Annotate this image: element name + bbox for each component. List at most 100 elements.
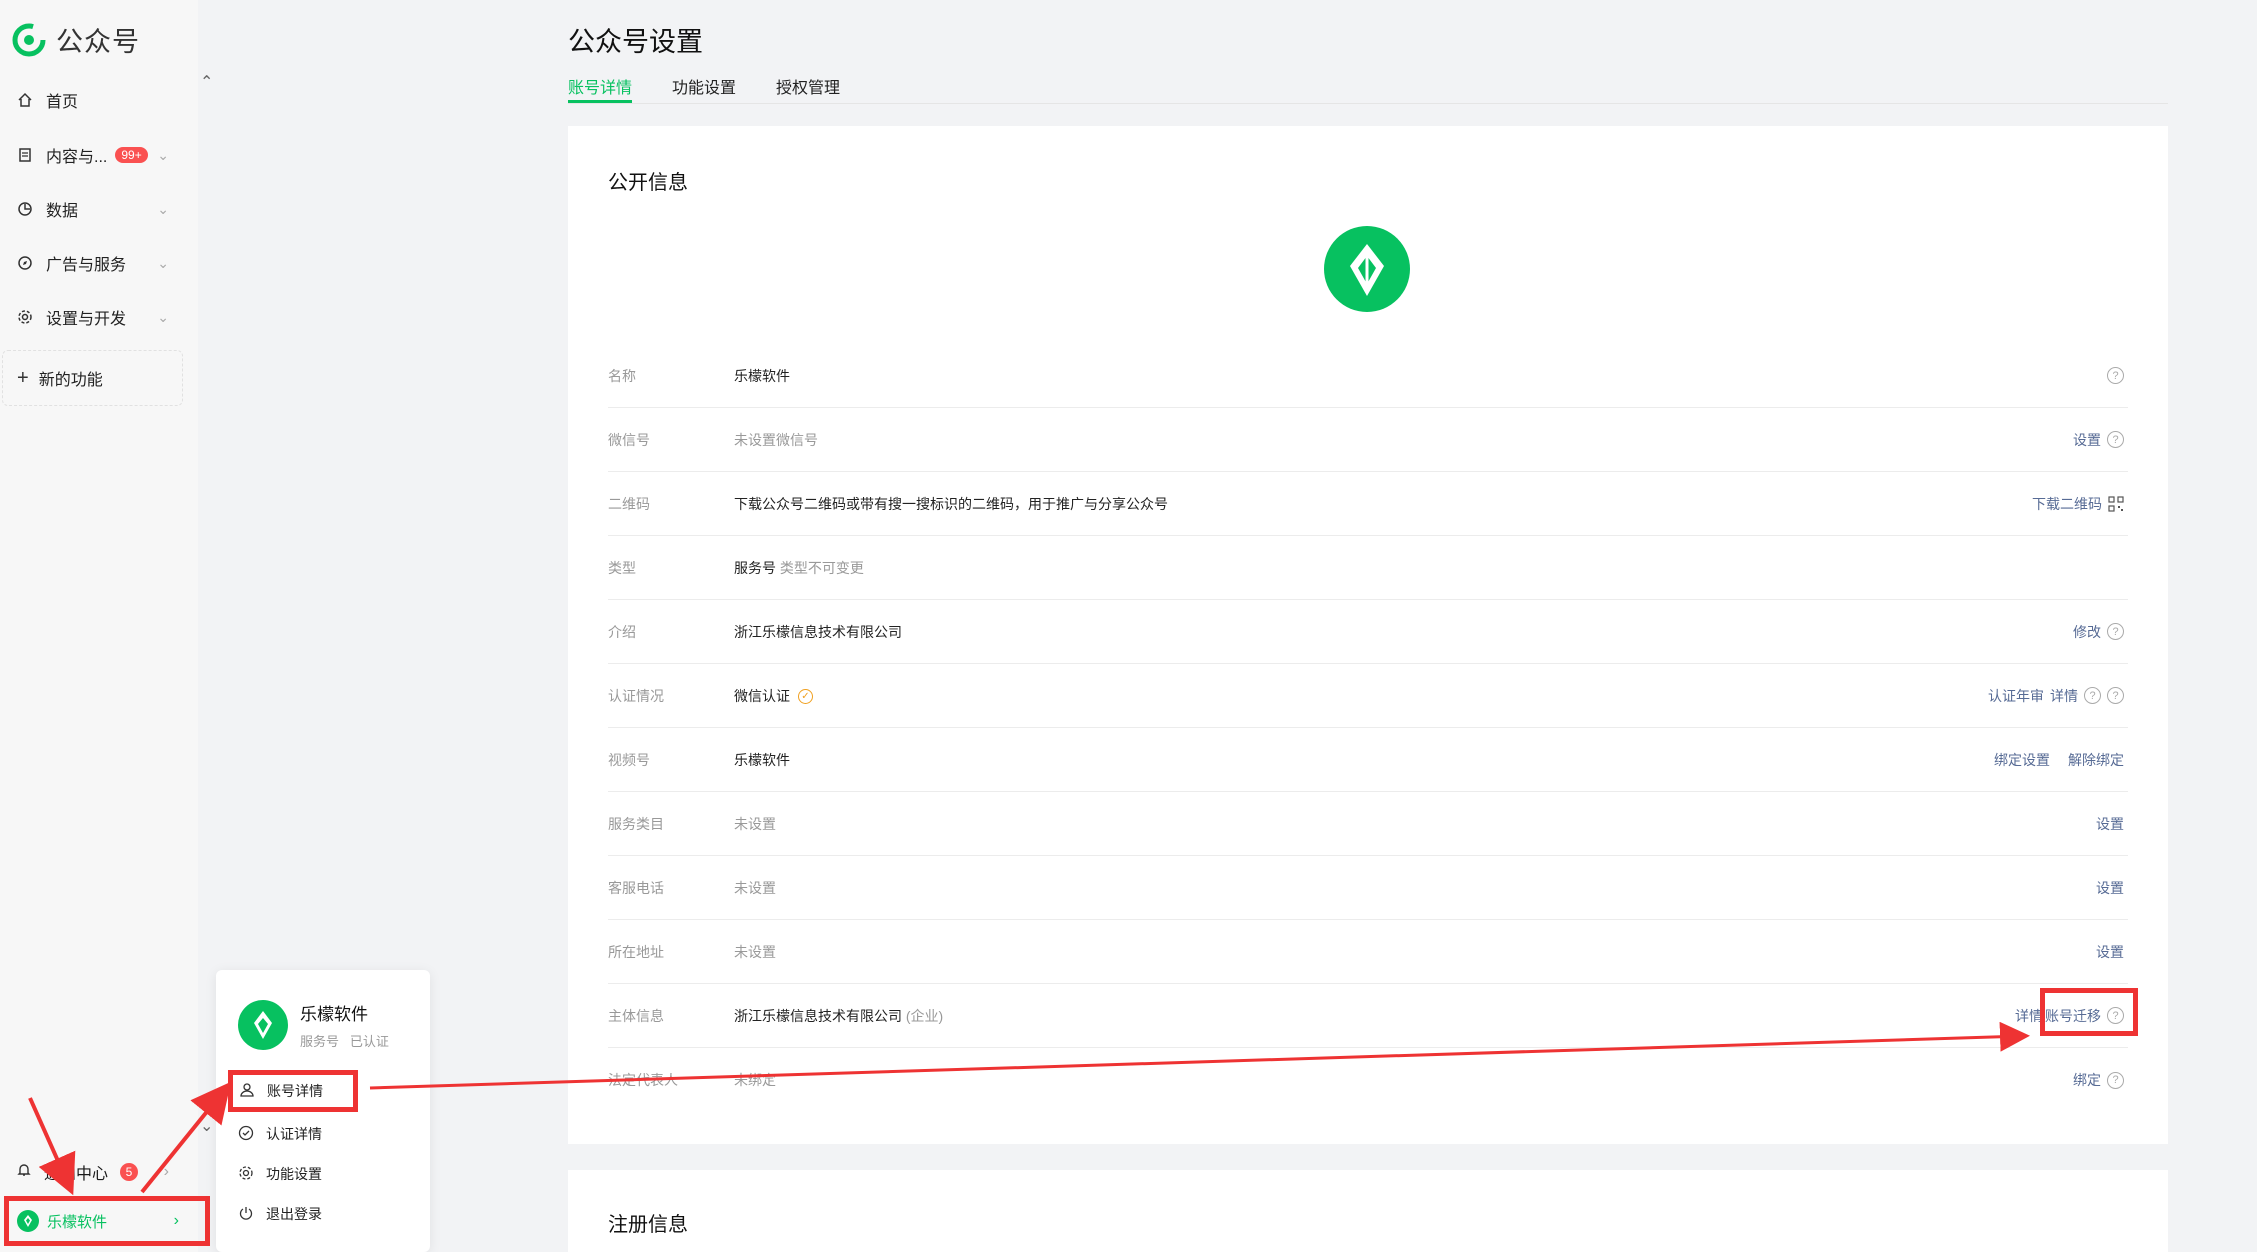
annual-review-link[interactable]: 认证年审 <box>1988 686 2044 706</box>
chevron-down-icon: ⌄ <box>157 200 169 217</box>
bind-legal-rep-link[interactable]: 绑定 <box>2073 1070 2101 1090</box>
info-row-entity: 主体信息 浙江乐檬信息技术有限公司 (企业) 详情 账号迁移 ? <box>608 984 2138 1048</box>
row-label: 类型 <box>608 559 636 576</box>
chevron-down-icon: ⌄ <box>157 254 169 271</box>
popover-item-label: 退出登录 <box>266 1206 322 1222</box>
popover-account-meta: 服务号 已认证 <box>300 1031 389 1050</box>
sidebar-item-home[interactable]: 首页 <box>0 78 183 122</box>
verification-value: 微信认证 <box>734 687 790 704</box>
power-icon <box>238 1205 254 1224</box>
row-label: 客服电话 <box>608 879 664 896</box>
popover-item-label: 账号详情 <box>267 1083 323 1099</box>
info-row-phone: 客服电话 未设置 设置 <box>608 856 2128 920</box>
row-value: 未设置 <box>734 815 776 832</box>
popover-item-function-settings[interactable]: 功能设置 <box>238 1156 398 1192</box>
row-actions: ? <box>2107 367 2124 384</box>
account-popover: 乐檬软件 服务号 已认证 账号详情 认证详情 功能设置 退出登录 <box>216 970 430 1252</box>
entity-details-link[interactable]: 详情 <box>2015 1006 2043 1026</box>
help-icon[interactable]: ? <box>2107 431 2124 448</box>
tab-authorization[interactable]: 授权管理 <box>776 74 840 98</box>
sidebar-item-settings[interactable]: 设置与开发 ⌄ <box>0 295 183 339</box>
notice-label: 通知中心 <box>44 1166 109 1183</box>
new-feature-label: 新的功能 <box>38 372 103 389</box>
info-row-intro: 介绍 浙江乐檬信息技术有限公司 修改 ? <box>608 600 2128 664</box>
info-row-service-category: 服务类目 未设置 设置 <box>608 792 2128 856</box>
account-avatar-icon <box>238 1000 288 1050</box>
unbind-link[interactable]: 解除绑定 <box>2068 750 2124 770</box>
entity-note: (企业) <box>905 1007 944 1024</box>
account-switcher[interactable]: 乐檬软件 › <box>4 1196 210 1246</box>
scroll-down-icon[interactable]: ⌄ <box>200 1116 213 1136</box>
new-feature-button[interactable]: + 新的功能 <box>2 350 183 406</box>
popover-item-logout[interactable]: 退出登录 <box>238 1196 398 1232</box>
sidebar-item-ads[interactable]: 广告与服务 ⌄ <box>0 241 183 285</box>
info-row-verification: 认证情况 微信认证 ✓ 认证年审 详情 ? ? <box>608 664 2128 728</box>
row-actions: 认证年审 详情 ? ? <box>1988 686 2124 706</box>
row-actions: 设置 <box>2096 878 2124 898</box>
popover-header: 乐檬软件 服务号 已认证 <box>238 1000 389 1050</box>
help-icon[interactable]: ? <box>2084 687 2101 704</box>
popover-item-verification[interactable]: 认证详情 <box>238 1116 398 1152</box>
account-type: 服务号 <box>300 1034 340 1049</box>
bind-settings-link[interactable]: 绑定设置 <box>1994 750 2050 770</box>
app-logo[interactable]: 公众号 <box>12 20 140 59</box>
row-value: 下载公众号二维码或带有搜一搜标识的二维码，用于推广与分享公众号 <box>734 495 1168 512</box>
row-value: 未设置 <box>734 879 776 896</box>
bell-icon <box>16 1162 32 1183</box>
verification-details-link[interactable]: 详情 <box>2050 686 2078 706</box>
chevron-right-icon: › <box>163 1163 169 1180</box>
row-value: 浙江乐檬信息技术有限公司 (企业) <box>734 1006 943 1026</box>
row-label: 介绍 <box>608 623 636 640</box>
notice-badge: 5 <box>120 1163 139 1181</box>
download-qrcode-link[interactable]: 下载二维码 <box>2032 494 2102 514</box>
set-address-link[interactable]: 设置 <box>2096 942 2124 962</box>
compass-icon <box>16 254 34 272</box>
row-value: 服务号 类型不可变更 <box>734 558 864 578</box>
content-badge: 99+ <box>115 147 148 163</box>
row-value: 乐檬软件 <box>734 751 790 768</box>
gear-icon <box>16 308 34 326</box>
set-category-link[interactable]: 设置 <box>2096 814 2124 834</box>
sidebar-item-content[interactable]: 内容与... 99+ ⌄ <box>0 133 183 177</box>
qrcode-icon[interactable] <box>2108 495 2124 512</box>
tab-function-settings[interactable]: 功能设置 <box>672 74 736 98</box>
sidebar-item-label: 广告与服务 <box>46 257 127 274</box>
chevron-right-icon: › <box>173 1212 179 1229</box>
notification-center[interactable]: 通知中心 5 › <box>0 1150 183 1194</box>
plus-icon: + <box>17 366 29 389</box>
tab-account-details[interactable]: 账号详情 <box>568 74 633 103</box>
popover-item-label: 功能设置 <box>266 1166 322 1182</box>
info-row-legal-rep: 法定代表人 未绑定 绑定 ? <box>608 1048 2128 1112</box>
row-actions: 修改 ? <box>2073 622 2124 642</box>
row-label: 名称 <box>608 367 636 384</box>
popover-item-account-details[interactable]: 账号详情 <box>228 1070 358 1112</box>
gear-icon <box>238 1165 254 1184</box>
home-icon <box>16 91 34 109</box>
edit-intro-link[interactable]: 修改 <box>2073 622 2101 642</box>
app-title: 公众号 <box>56 27 140 57</box>
help-icon[interactable]: ? <box>2107 367 2124 384</box>
row-label: 主体信息 <box>608 1007 664 1024</box>
entity-value: 浙江乐檬信息技术有限公司 <box>734 1007 902 1024</box>
row-actions: 绑定设置 解除绑定 <box>1994 750 2124 770</box>
set-wechat-id-link[interactable]: 设置 <box>2073 430 2101 450</box>
account-status: 已认证 <box>349 1034 389 1049</box>
row-actions: 绑定 ? <box>2073 1070 2124 1090</box>
info-row-name: 名称 乐檬软件 ? <box>608 344 2128 408</box>
row-actions: 设置 <box>2096 814 2124 834</box>
scroll-up-icon[interactable]: ⌃ <box>200 72 213 92</box>
account-name: 乐檬软件 <box>47 1213 108 1231</box>
sidebar-item-label: 数据 <box>46 203 79 220</box>
check-circle-icon <box>238 1125 254 1144</box>
sidebar: 公众号 首页 内容与... 99+ ⌄ 数据 ⌄ 广告与服务 ⌄ 设置与开发 ⌄ <box>0 0 210 1252</box>
info-row-wechat-id: 微信号 未设置微信号 设置 ? <box>608 408 2128 472</box>
help-icon[interactable]: ? <box>2107 687 2124 704</box>
row-label: 视频号 <box>608 751 650 768</box>
page-title: 公众号设置 <box>568 27 703 57</box>
row-actions: 设置 ? <box>2073 430 2124 450</box>
account-logo-icon <box>1324 226 1410 312</box>
sidebar-item-data[interactable]: 数据 ⌄ <box>0 187 183 231</box>
help-icon[interactable]: ? <box>2107 1071 2124 1089</box>
help-icon[interactable]: ? <box>2107 623 2124 640</box>
set-phone-link[interactable]: 设置 <box>2096 878 2124 898</box>
